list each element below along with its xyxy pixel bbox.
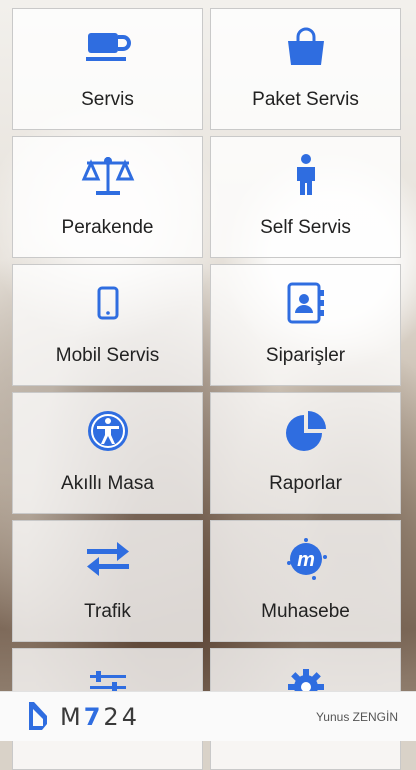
tile-akilli-masa[interactable]: Akıllı Masa bbox=[12, 392, 203, 514]
tile-raporlar[interactable]: Raporlar bbox=[210, 392, 401, 514]
accessibility-icon bbox=[86, 409, 130, 453]
tile-mobil-servis[interactable]: Mobil Servis bbox=[12, 264, 203, 386]
tile-label: Paket Servis bbox=[252, 89, 359, 110]
menu-grid: Servis Paket Servis Perakende Self Servi… bbox=[12, 8, 402, 770]
pie-chart-icon bbox=[284, 409, 328, 453]
tile-label: Perakende bbox=[61, 217, 154, 238]
balance-scale-icon bbox=[81, 153, 135, 197]
address-book-icon bbox=[286, 281, 326, 325]
logo-text-m: M bbox=[60, 702, 84, 731]
tile-self-servis[interactable]: Self Servis bbox=[210, 136, 401, 258]
tile-label: Self Servis bbox=[260, 217, 351, 238]
tile-muhasebe[interactable]: m Muhasebe bbox=[210, 520, 401, 642]
mobile-phone-icon bbox=[97, 281, 119, 325]
person-icon bbox=[293, 153, 319, 197]
tile-label: Muhasebe bbox=[261, 601, 350, 622]
m724-logo[interactable]: M724 bbox=[26, 700, 140, 734]
tile-servis[interactable]: Servis bbox=[12, 8, 203, 130]
svg-text:m: m bbox=[297, 549, 315, 571]
coffee-cup-icon bbox=[84, 25, 132, 69]
tile-label: Trafik bbox=[84, 601, 131, 622]
logo-text-24: 24 bbox=[103, 702, 140, 731]
tile-label: Akıllı Masa bbox=[61, 473, 154, 494]
tile-label: Mobil Servis bbox=[55, 345, 160, 366]
tile-trafik[interactable]: Trafik bbox=[12, 520, 203, 642]
tile-label: Raporlar bbox=[269, 473, 342, 494]
tile-paket-servis[interactable]: Paket Servis bbox=[210, 8, 401, 130]
meetup-icon: m bbox=[284, 537, 328, 581]
exchange-arrows-icon bbox=[85, 537, 131, 581]
logo-text: M724 bbox=[60, 703, 140, 731]
shopping-bag-icon bbox=[284, 25, 328, 69]
tile-siparisler[interactable]: Siparişler bbox=[210, 264, 401, 386]
logo-mark-icon bbox=[29, 701, 47, 730]
user-name[interactable]: Yunus ZENGİN bbox=[316, 710, 398, 724]
tile-label: Siparişler bbox=[265, 345, 346, 366]
tile-perakende[interactable]: Perakende bbox=[12, 136, 203, 258]
tile-label: Servis bbox=[81, 89, 134, 110]
footer-bar: M724 Yunus ZENGİN bbox=[0, 691, 416, 741]
logo-text-7: 7 bbox=[83, 702, 104, 731]
